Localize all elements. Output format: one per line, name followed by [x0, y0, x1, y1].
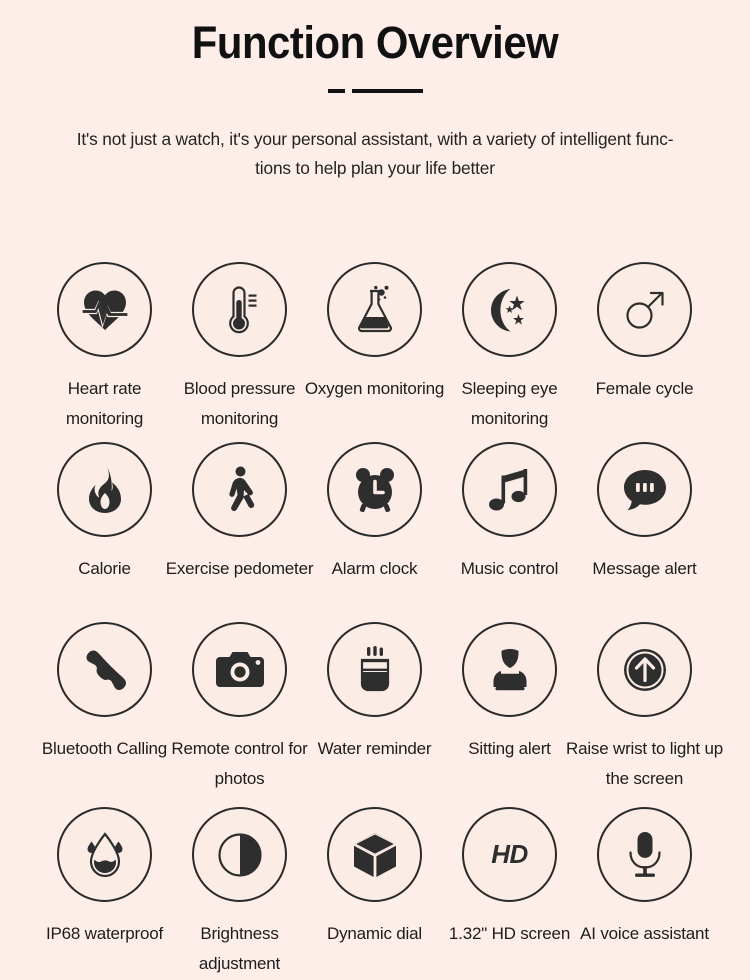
feature-label: Bluetooth Calling	[41, 739, 168, 758]
divider-dash-short	[327, 88, 345, 93]
feature-grid: Heart rate monitoring Blood pressure mon…	[0, 262, 750, 980]
icon-circle	[597, 622, 692, 717]
water-cup-icon	[355, 645, 395, 694]
feature-item-hd-screen[interactable]: HD 1.32" HD screen	[442, 807, 577, 980]
icon-circle	[57, 807, 152, 902]
heartbeat-icon	[81, 288, 128, 332]
flame-icon	[86, 466, 124, 514]
icon-circle	[192, 807, 287, 902]
feature-label: Blood pressure monitoring	[183, 379, 296, 428]
icon-circle	[57, 262, 152, 357]
feature-item-blood-pressure-monitoring[interactable]: Blood pressure monitoring	[172, 262, 307, 442]
camera-icon	[215, 650, 265, 690]
icon-circle	[462, 442, 557, 537]
feature-item-calorie[interactable]: Calorie	[37, 442, 172, 622]
brightness-contrast-icon	[217, 832, 263, 878]
moon-stars-icon	[486, 287, 534, 333]
icon-circle	[327, 622, 422, 717]
feature-item-ip68-waterproof[interactable]: IP68 waterproof	[37, 807, 172, 980]
feature-item-female-cycle[interactable]: Female cycle	[577, 262, 712, 442]
feature-label: Raise wrist to light up the screen	[566, 739, 723, 788]
feature-label: 1.32" HD screen	[448, 924, 571, 943]
feature-label: Exercise pedometer	[165, 559, 314, 578]
music-note-icon	[488, 466, 531, 514]
feature-label: Calorie	[78, 559, 131, 578]
feature-row: Bluetooth Calling Remote control for pho…	[0, 622, 750, 807]
feature-item-brightness-adjustment[interactable]: Brightness adjustment	[172, 807, 307, 980]
feature-row: IP68 waterproof Brightness adjustment Dy…	[0, 807, 750, 980]
icon-circle	[597, 442, 692, 537]
feature-item-dynamic-dial[interactable]: Dynamic dial	[307, 807, 442, 980]
feature-item-alarm-clock[interactable]: Alarm clock	[307, 442, 442, 622]
icon-circle	[327, 262, 422, 357]
feature-label: Oxygen monitoring	[304, 379, 445, 398]
feature-item-heart-rate-monitoring[interactable]: Heart rate monitoring	[37, 262, 172, 442]
mars-symbol-icon	[622, 287, 668, 333]
page-header: Function Overview It's not just a watch,…	[0, 0, 750, 183]
icon-circle	[327, 807, 422, 902]
feature-item-ai-voice-assistant[interactable]: AI voice assistant	[577, 807, 712, 980]
icon-circle	[57, 442, 152, 537]
feature-item-exercise-pedometer[interactable]: Exercise pedometer	[166, 442, 313, 622]
subtitle-line-1: It's not just a watch, it's your persona…	[76, 128, 674, 149]
feature-item-raise-wrist[interactable]: Raise wrist to light up the screen	[566, 622, 723, 807]
water-drop-icon	[83, 831, 127, 879]
icon-circle	[192, 622, 287, 717]
feature-label: IP68 waterproof	[45, 924, 163, 943]
icon-circle	[57, 622, 152, 717]
feature-item-remote-control-for-photos[interactable]: Remote control for photos	[171, 622, 308, 807]
feature-label: Music control	[460, 559, 559, 578]
feature-item-music-control[interactable]: Music control	[442, 442, 577, 622]
feature-label: Sleeping eye monitoring	[461, 379, 558, 428]
phone-handset-icon	[83, 648, 127, 692]
icon-circle	[192, 442, 287, 537]
walking-person-icon	[221, 466, 259, 514]
icon-circle	[192, 262, 287, 357]
icon-circle	[597, 807, 692, 902]
icon-circle	[462, 262, 557, 357]
feature-label: Alarm clock	[331, 559, 418, 578]
function-overview-page: Function Overview It's not just a watch,…	[0, 0, 750, 978]
title-divider	[0, 86, 750, 96]
arrow-up-circle-icon	[622, 647, 668, 693]
feature-label: Remote control for photos	[171, 739, 308, 788]
feature-item-bluetooth-calling[interactable]: Bluetooth Calling	[37, 622, 172, 807]
feature-label: Message alert	[592, 559, 697, 578]
feature-label: Heart rate monitoring	[65, 379, 144, 428]
thermometer-icon	[219, 285, 261, 335]
flask-icon	[353, 285, 397, 335]
cube-icon	[352, 831, 398, 879]
divider-dash-long	[351, 88, 423, 93]
feature-item-oxygen-monitoring[interactable]: Oxygen monitoring	[305, 262, 444, 442]
icon-circle	[462, 622, 557, 717]
page-title: Function Overview	[191, 17, 559, 68]
icon-circle	[597, 262, 692, 357]
feature-item-message-alert[interactable]: Message alert	[577, 442, 712, 622]
hd-badge-icon: HD	[491, 839, 528, 869]
alarm-clock-icon	[351, 466, 399, 514]
feature-row: Heart rate monitoring Blood pressure mon…	[0, 262, 750, 442]
person-at-desk-icon	[489, 647, 531, 693]
feature-row: Calorie Exercise pedometer Alarm clock M…	[0, 442, 750, 622]
icon-circle	[327, 442, 422, 537]
feature-item-water-reminder[interactable]: Water reminder	[307, 622, 442, 807]
subtitle-line-2: tions to help plan your life better	[255, 157, 495, 178]
icon-circle: HD	[462, 807, 557, 902]
feature-label: Brightness adjustment	[198, 924, 281, 973]
feature-label: Water reminder	[317, 739, 432, 758]
microphone-icon	[625, 831, 665, 879]
feature-item-sleeping-eye-monitoring[interactable]: Sleeping eye monitoring	[442, 262, 577, 442]
feature-label: AI voice assistant	[580, 924, 709, 943]
page-subtitle: It's not just a watch, it's your persona…	[50, 125, 700, 183]
feature-label: Female cycle	[595, 379, 694, 398]
feature-item-sitting-alert[interactable]: Sitting alert	[442, 622, 577, 807]
speech-bubble-icon	[622, 468, 668, 512]
